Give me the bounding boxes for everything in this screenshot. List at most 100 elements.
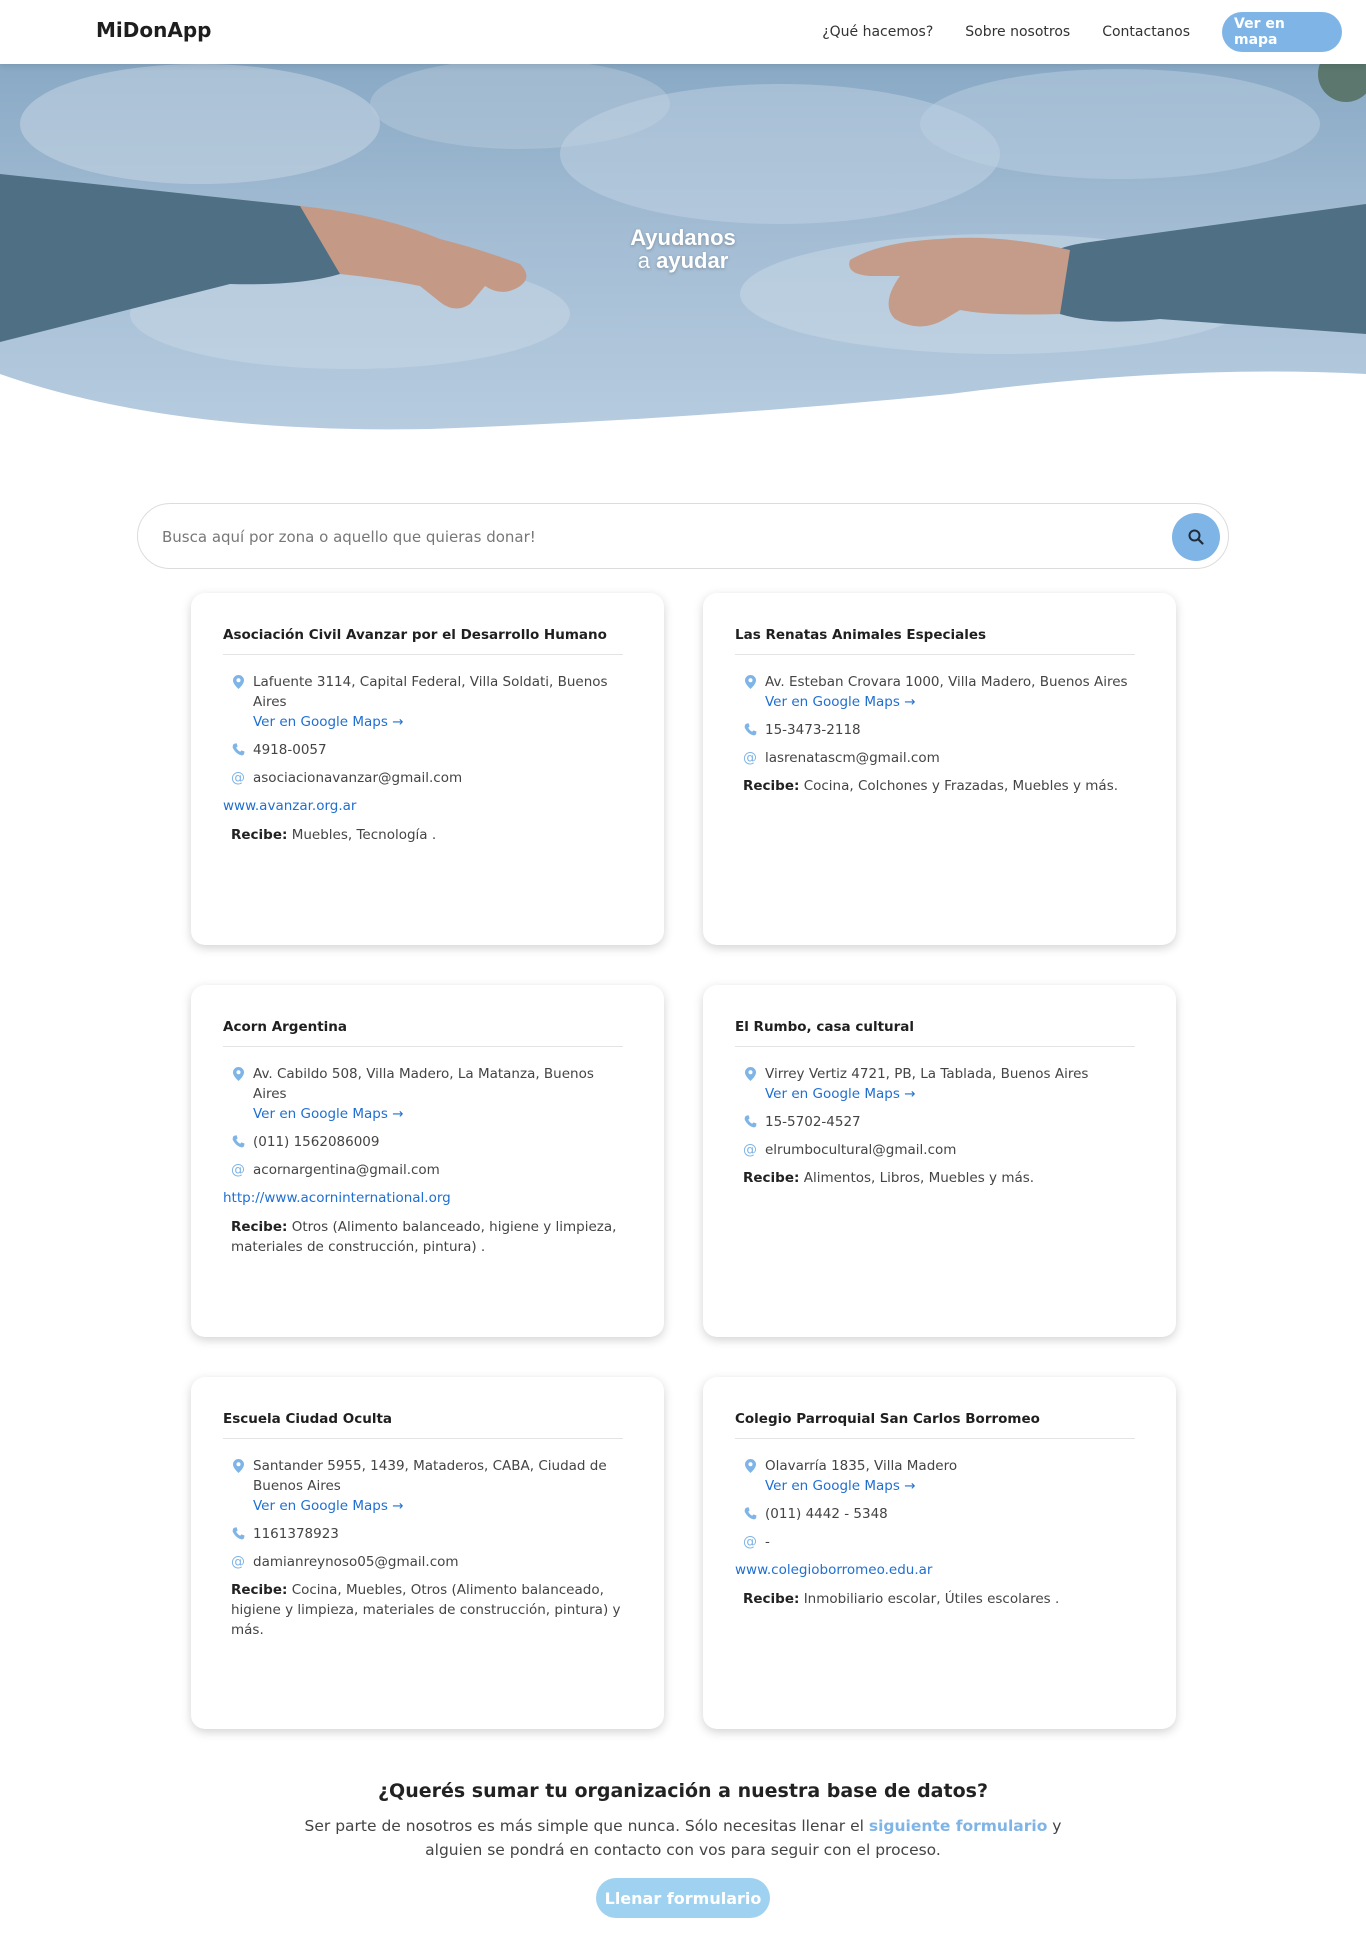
receives-label: Recibe: bbox=[231, 827, 288, 843]
nav-link-sobre-nosotros[interactable]: Sobre nosotros bbox=[965, 24, 1070, 40]
receives-text: Recibe: Cocina, Colchones y Frazadas, Mu… bbox=[743, 776, 1143, 796]
address-block: Santander 5955, 1439, Mataderos, CABA, C… bbox=[253, 1456, 631, 1516]
google-maps-link[interactable]: Ver en Google Maps → bbox=[253, 712, 631, 732]
address-text: Olavarría 1835, Villa Madero bbox=[765, 1458, 958, 1474]
address-text: Av. Cabildo 508, Villa Madero, La Matanz… bbox=[253, 1066, 594, 1102]
card-divider bbox=[735, 654, 1135, 655]
phone-icon bbox=[743, 1504, 757, 1520]
phone-icon bbox=[231, 1132, 245, 1148]
nav-link-que-hacemos[interactable]: ¿Qué hacemos? bbox=[822, 24, 933, 40]
hero-title-line2: a ayudar bbox=[0, 249, 1366, 272]
phone-text: 4918-0057 bbox=[253, 742, 327, 758]
at-sign-icon: @ bbox=[743, 750, 757, 766]
receives-items: Alimentos, Libros, Muebles y más. bbox=[803, 1170, 1035, 1186]
organization-name: Colegio Parroquial San Carlos Borromeo bbox=[735, 1411, 1040, 1427]
website-link[interactable]: http://www.acorninternational.org bbox=[223, 1188, 631, 1208]
address-row: Lafuente 3114, Capital Federal, Villa So… bbox=[231, 672, 631, 732]
email-row: @ asociacionavanzar@gmail.com bbox=[231, 768, 631, 788]
phone-row: 4918-0057 bbox=[231, 740, 631, 760]
address-row: Virrey Vertiz 4721, PB, La Tablada, Buen… bbox=[743, 1064, 1143, 1104]
location-pin-icon bbox=[231, 1456, 245, 1473]
at-sign-icon: @ bbox=[231, 770, 245, 786]
search-button[interactable] bbox=[1172, 513, 1220, 561]
search-input[interactable] bbox=[162, 520, 1082, 554]
organization-name: Acorn Argentina bbox=[223, 1019, 348, 1035]
view-map-button[interactable]: Ver en mapa bbox=[1222, 12, 1342, 52]
google-maps-link[interactable]: Ver en Google Maps → bbox=[253, 1496, 631, 1516]
organization-card: El Rumbo, casa cultural Virrey Vertiz 472… bbox=[703, 985, 1176, 1337]
website-link[interactable]: www.colegioborromeo.edu.ar bbox=[735, 1560, 1143, 1580]
card-body: Av. Cabildo 508, Villa Madero, La Matanz… bbox=[223, 1064, 631, 1257]
cta-title: ¿Querés sumar tu organización a nuestra … bbox=[378, 1780, 988, 1802]
card-body: Olavarría 1835, Villa Madero Ver en Googl… bbox=[735, 1456, 1143, 1609]
search-icon bbox=[1188, 529, 1204, 545]
location-pin-icon bbox=[743, 1456, 757, 1473]
organization-card: Colegio Parroquial San Carlos Borromeo Ol… bbox=[703, 1377, 1176, 1729]
google-maps-link[interactable]: Ver en Google Maps → bbox=[765, 1084, 1088, 1104]
email-row: @ elrumbocultural@gmail.com bbox=[743, 1140, 1143, 1160]
email-row: @ lasrenatascm@gmail.com bbox=[743, 748, 1143, 768]
address-block: Av. Esteban Crovara 1000, Villa Madero, … bbox=[765, 672, 1128, 712]
form-link[interactable]: siguiente formulario bbox=[869, 1817, 1047, 1835]
card-body: Santander 5955, 1439, Mataderos, CABA, C… bbox=[231, 1456, 631, 1640]
email-text: lasrenatascm@gmail.com bbox=[765, 750, 940, 766]
organization-name: Escuela Ciudad Oculta bbox=[223, 1411, 393, 1427]
card-divider bbox=[735, 1046, 1135, 1047]
phone-text: 1161378923 bbox=[253, 1526, 339, 1542]
location-pin-icon bbox=[231, 672, 245, 689]
email-text: elrumbocultural@gmail.com bbox=[765, 1142, 957, 1158]
website-link[interactable]: www.avanzar.org.ar bbox=[223, 796, 631, 816]
phone-icon bbox=[231, 1524, 245, 1540]
address-row: Av. Esteban Crovara 1000, Villa Madero, … bbox=[743, 672, 1143, 712]
location-pin-icon bbox=[743, 1064, 757, 1081]
nav-link-contactanos[interactable]: Contactanos bbox=[1102, 24, 1190, 40]
google-maps-link[interactable]: Ver en Google Maps → bbox=[765, 1476, 957, 1496]
address-block: Av. Cabildo 508, Villa Madero, La Matanz… bbox=[253, 1064, 631, 1124]
organization-card: Las Renatas Animales Especiales Av. Esteb… bbox=[703, 593, 1176, 945]
organization-name: Asociación Civil Avanzar por el Desarrol… bbox=[223, 627, 607, 643]
card-divider bbox=[223, 654, 623, 655]
address-row: Olavarría 1835, Villa Madero Ver en Googl… bbox=[743, 1456, 1143, 1496]
email-row: @ - bbox=[743, 1532, 1143, 1552]
google-maps-link[interactable]: Ver en Google Maps → bbox=[765, 692, 1128, 712]
brand-logo[interactable]: MiDonApp bbox=[96, 18, 211, 42]
hero-title-line1: Ayudanos bbox=[630, 225, 736, 250]
receives-items: Inmobiliario escolar, Útiles escolares . bbox=[803, 1591, 1060, 1607]
navbar: MiDonApp ¿Qué hacemos? Sobre nosotros Co… bbox=[0, 0, 1366, 64]
receives-label: Recibe: bbox=[743, 1170, 800, 1186]
cta-text: Ser parte de nosotros es más simple que … bbox=[283, 1814, 1083, 1862]
card-divider bbox=[735, 1438, 1135, 1439]
phone-row: 1161378923 bbox=[231, 1524, 631, 1544]
receives-text: Recibe: Muebles, Tecnología . bbox=[231, 825, 631, 845]
organization-name: El Rumbo, casa cultural bbox=[735, 1019, 915, 1035]
hero-title-prefix: a bbox=[637, 248, 650, 273]
phone-icon bbox=[231, 740, 245, 756]
phone-row: (011) 4442 - 5348 bbox=[743, 1504, 1143, 1524]
address-row: Santander 5955, 1439, Mataderos, CABA, C… bbox=[231, 1456, 631, 1516]
email-text: damianreynoso05@gmail.com bbox=[253, 1554, 459, 1570]
address-text: Virrey Vertiz 4721, PB, La Tablada, Buen… bbox=[765, 1066, 1089, 1082]
fill-form-button[interactable]: Llenar formulario bbox=[596, 1878, 770, 1918]
address-text: Lafuente 3114, Capital Federal, Villa So… bbox=[253, 674, 608, 710]
phone-text: (011) 4442 - 5348 bbox=[765, 1506, 888, 1522]
at-sign-icon: @ bbox=[743, 1534, 757, 1550]
card-body: Av. Esteban Crovara 1000, Villa Madero, … bbox=[743, 672, 1143, 796]
phone-row: (011) 1562086009 bbox=[231, 1132, 631, 1152]
card-divider bbox=[223, 1438, 623, 1439]
organization-card: Acorn Argentina Av. Cabildo 508, Villa Ma… bbox=[191, 985, 664, 1337]
organization-card: Asociación Civil Avanzar por el Desarrol… bbox=[191, 593, 664, 945]
hero-title-emphasis: ayudar bbox=[656, 248, 729, 273]
location-pin-icon bbox=[231, 1064, 245, 1081]
receives-items: Muebles, Tecnología . bbox=[291, 827, 437, 843]
phone-row: 15-3473-2118 bbox=[743, 720, 1143, 740]
google-maps-link[interactable]: Ver en Google Maps → bbox=[253, 1104, 631, 1124]
card-body: Lafuente 3114, Capital Federal, Villa So… bbox=[223, 672, 631, 845]
hero-title: Ayudanos a ayudar bbox=[0, 226, 1366, 272]
receives-items: Cocina, Muebles, Otros (Alimento balance… bbox=[231, 1582, 621, 1638]
card-body: Virrey Vertiz 4721, PB, La Tablada, Buen… bbox=[743, 1064, 1143, 1188]
phone-text: 15-5702-4527 bbox=[765, 1114, 861, 1130]
phone-icon bbox=[743, 1112, 757, 1128]
address-block: Virrey Vertiz 4721, PB, La Tablada, Buen… bbox=[765, 1064, 1088, 1104]
cta-text-before: Ser parte de nosotros es más simple que … bbox=[304, 1817, 864, 1835]
address-text: Av. Esteban Crovara 1000, Villa Madero, … bbox=[765, 674, 1128, 690]
